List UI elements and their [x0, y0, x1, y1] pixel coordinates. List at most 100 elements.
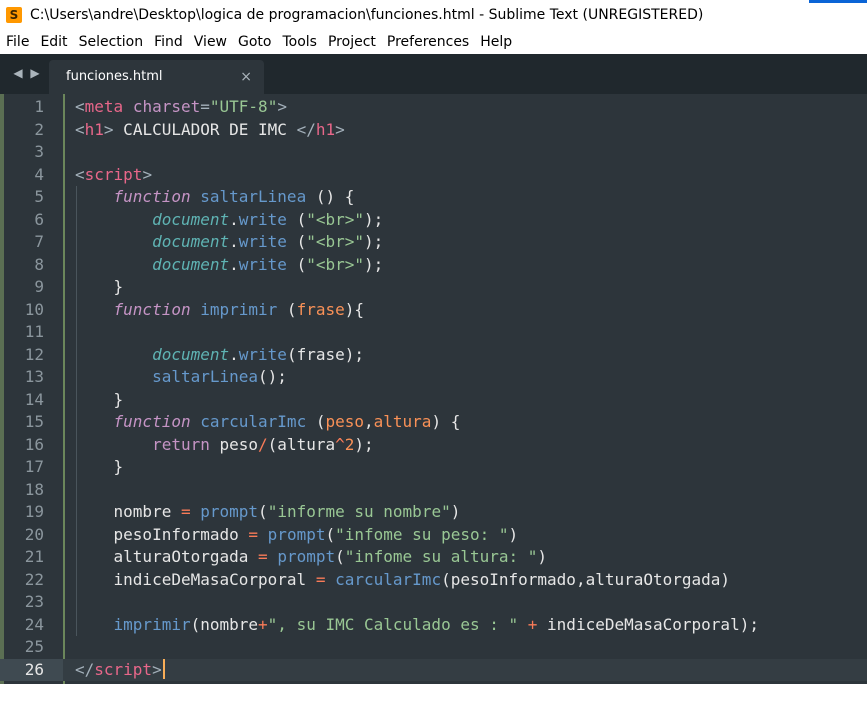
code-token: 2 [344, 434, 355, 454]
tab-funciones-html[interactable]: funciones.html × [49, 60, 264, 94]
code-line[interactable]: 25 [0, 636, 867, 659]
line-code: } [75, 276, 124, 299]
code-line[interactable]: 9 } [0, 276, 867, 299]
code-token: alturaOtorgada [75, 547, 259, 566]
tab-next-icon[interactable]: ▶ [28, 66, 42, 80]
tab-prev-icon[interactable]: ◀ [11, 66, 25, 80]
sublime-logo-icon: S [6, 7, 22, 23]
code-line[interactable]: 10 function imprimir (frase){ [0, 299, 867, 322]
menu-help[interactable]: Help [474, 30, 517, 54]
code-line[interactable]: 5 function saltarLinea () { [0, 186, 867, 209]
code-token: > [152, 659, 162, 679]
code-line[interactable]: 4 <script> [0, 164, 867, 187]
code-token: ( [286, 232, 307, 251]
code-token: ", su IMC Calculado es : " [267, 614, 519, 634]
code-token: altura [373, 412, 432, 431]
line-code: document.write ("<br>"); [75, 231, 383, 254]
line-number: 8 [34, 254, 44, 274]
menu-file[interactable]: File [0, 30, 34, 54]
code-line[interactable]: 2 <h1> CALCULADOR DE IMC </h1> [0, 119, 867, 142]
code-token: "<br>" [306, 232, 364, 251]
code-line[interactable]: 3 [0, 141, 867, 164]
line-number: 25 [24, 637, 44, 656]
line-code: saltarLinea(); [75, 366, 287, 389]
line-number: 5 [34, 187, 44, 206]
menu-goto[interactable]: Goto [232, 30, 276, 54]
line-code: <h1> CALCULADOR DE IMC </h1> [75, 119, 345, 142]
menu-view[interactable]: View [188, 30, 232, 54]
code-token: "infome su altura: " [344, 547, 538, 566]
line-number: 24 [24, 614, 44, 634]
code-line[interactable]: 20 pesoInformado = prompt("infome su pes… [0, 524, 867, 547]
code-token: script [84, 164, 143, 184]
code-line[interactable]: 19 nombre = prompt("informe su nombre") [0, 501, 867, 524]
code-line[interactable]: 16 return peso/(altura^2); [0, 434, 867, 457]
code-line[interactable]: 24 imprimir(nombre+", su IMC Calculado e… [0, 614, 867, 637]
code-line[interactable]: 11 [0, 321, 867, 344]
line-number: 26 [0, 658, 44, 681]
code-token: ( [286, 209, 307, 229]
code-token: ( [306, 412, 326, 431]
menu-preferences[interactable]: Preferences [381, 30, 474, 54]
menu-find[interactable]: Find [148, 30, 188, 54]
code-token: = [248, 524, 259, 544]
code-token: CALCULADOR DE IMC [113, 119, 297, 139]
code-line[interactable]: 12 document.write(frase); [0, 344, 867, 367]
code-line[interactable]: 17 } [0, 456, 867, 479]
line-code: function imprimir (frase){ [75, 299, 364, 322]
code-token: document [152, 232, 230, 251]
indent-guide [76, 186, 77, 636]
code-token: indiceDeMasaCorporal [75, 569, 316, 589]
code-line[interactable]: 14 } [0, 389, 867, 412]
close-tab-icon[interactable]: × [240, 60, 252, 94]
line-number: 17 [24, 457, 44, 476]
code-token: . [229, 254, 239, 274]
code-token: document [152, 344, 230, 364]
code-line[interactable]: 26 </script> [0, 658, 867, 681]
menu-project[interactable]: Project [322, 30, 381, 54]
code-token: ( [286, 254, 307, 274]
code-line[interactable]: 21 alturaOtorgada = prompt("infome su al… [0, 546, 867, 569]
code-line[interactable]: 1 <meta charset="UTF-8"> [0, 96, 867, 119]
code-token: ( [258, 502, 268, 521]
code-line[interactable]: 15 function carcularImc (peso,altura) { [0, 411, 867, 434]
code-line[interactable]: 6 document.write ("<br>"); [0, 209, 867, 232]
tab-label: funciones.html [66, 69, 163, 84]
line-code: imprimir(nombre+", su IMC Calculado es :… [75, 614, 759, 637]
code-line[interactable]: 8 document.write ("<br>"); [0, 254, 867, 277]
line-code: <meta charset="UTF-8"> [75, 96, 287, 119]
line-number: 22 [24, 569, 44, 589]
line-code: indiceDeMasaCorporal = carcularImc(pesoI… [75, 569, 731, 592]
code-line[interactable]: 18 [0, 479, 867, 502]
code-token: "<br>" [306, 209, 364, 229]
code-token: indiceDeMasaCorporal); [537, 614, 759, 634]
line-number: 6 [34, 209, 44, 229]
line-code: document.write(frase); [75, 344, 364, 367]
line-number: 4 [34, 164, 44, 184]
menu-edit[interactable]: Edit [34, 30, 72, 54]
code-line[interactable]: 23 [0, 591, 867, 614]
line-code: document.write ("<br>"); [75, 209, 383, 232]
code-token: + [258, 614, 268, 634]
menu-selection[interactable]: Selection [73, 30, 149, 54]
code-line[interactable]: 22 indiceDeMasaCorporal = carcularImc(pe… [0, 569, 867, 592]
code-line[interactable]: 7 document.write ("<br>"); [0, 231, 867, 254]
line-number: 3 [34, 142, 44, 161]
code-token: function [113, 187, 191, 206]
line-number: 2 [34, 119, 44, 139]
window-controls-accent [809, 0, 867, 3]
code-token: < [75, 164, 85, 184]
tab-strip: ◀ ▶ funciones.html × [0, 54, 867, 94]
code-token: (pesoInformado,alturaOtorgada) [441, 569, 731, 589]
menu-tools[interactable]: Tools [276, 30, 322, 54]
code-token: "<br>" [306, 254, 364, 274]
code-editor[interactable]: 1 <meta charset="UTF-8"> 2 <h1> CALCULADOR … [0, 94, 867, 719]
code-line[interactable]: 13 saltarLinea(); [0, 366, 867, 389]
code-token: script [94, 659, 153, 679]
code-token: write [238, 209, 287, 229]
